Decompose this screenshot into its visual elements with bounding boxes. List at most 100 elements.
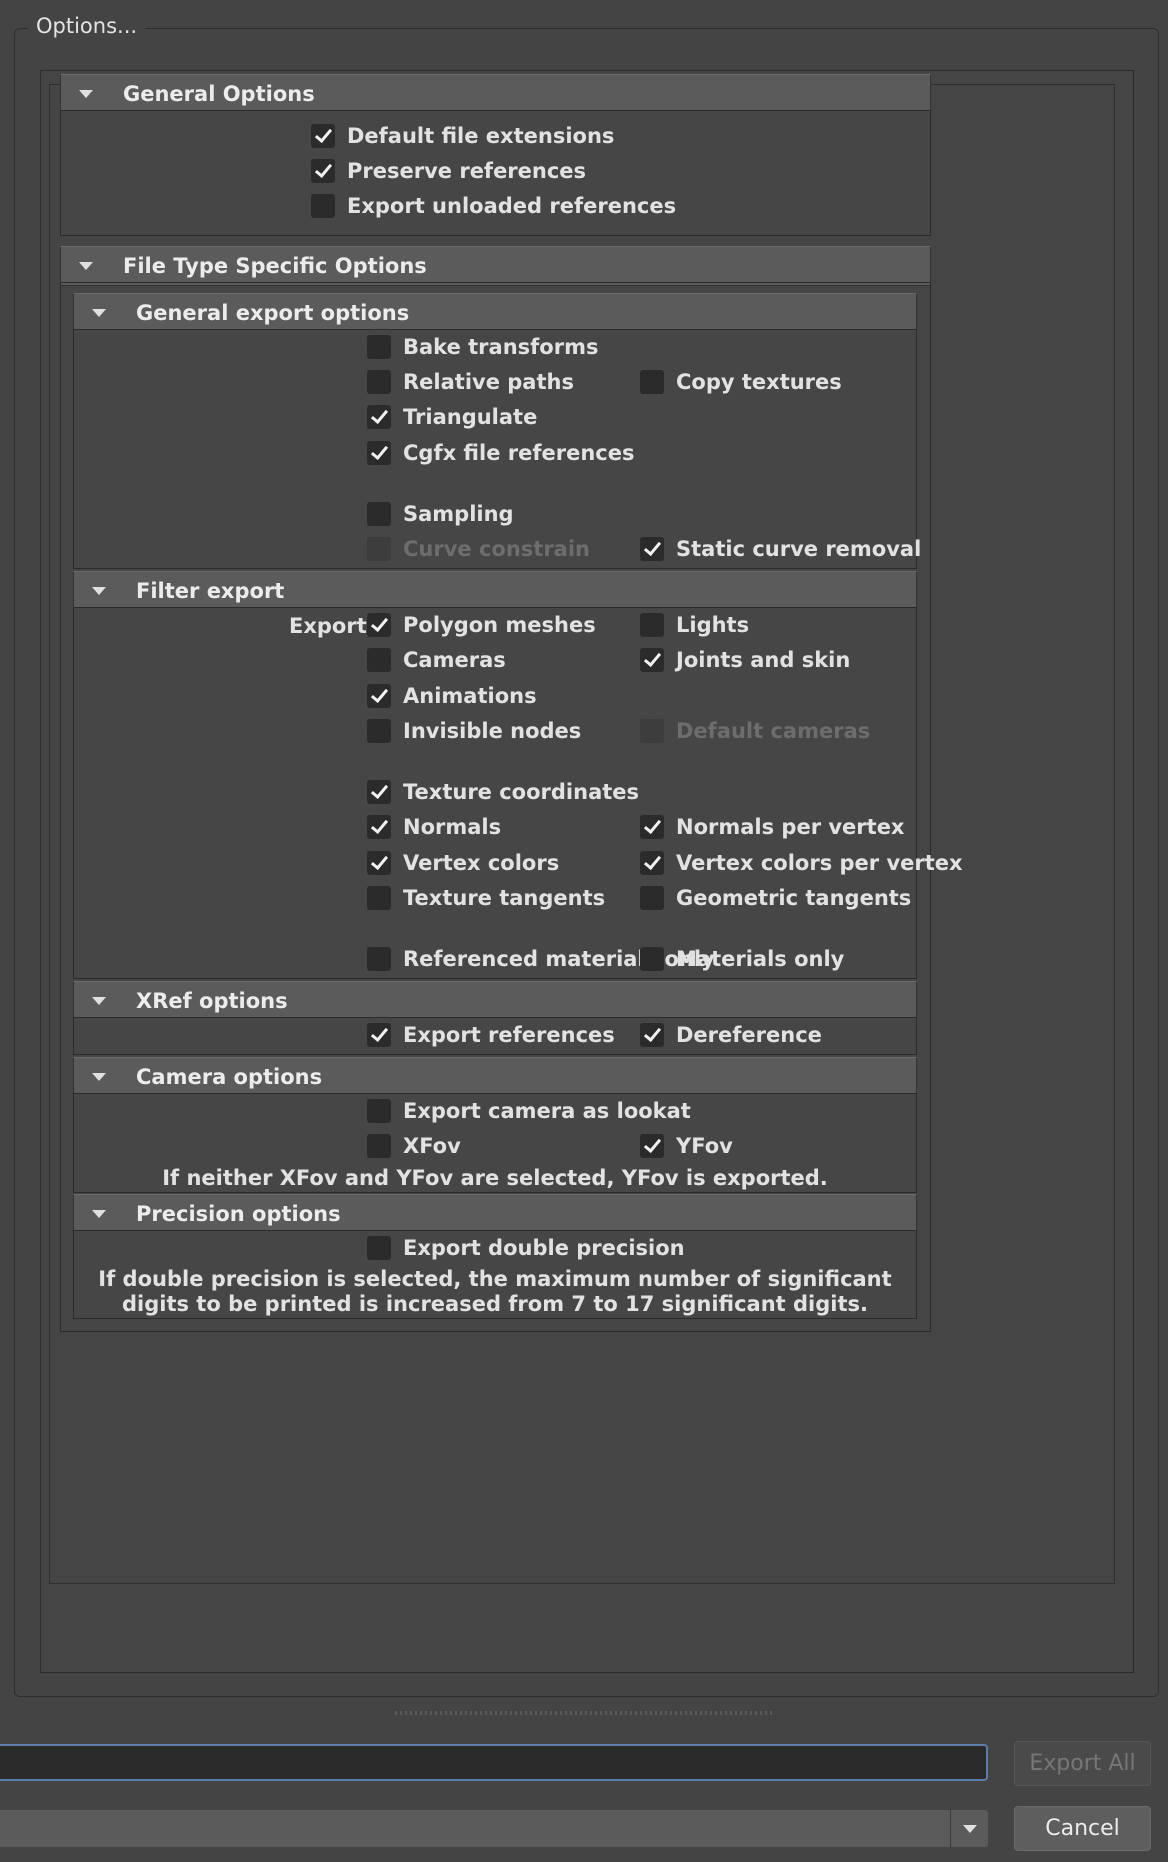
file-type-specific-header[interactable]: File Type Specific Options <box>60 246 931 286</box>
checkbox-box[interactable] <box>640 851 664 875</box>
lights-checkbox[interactable]: Lights <box>640 613 749 637</box>
checkbox-box[interactable] <box>640 947 664 971</box>
bake-transforms-checkbox[interactable]: Bake transforms <box>367 335 598 359</box>
yfov-checkbox[interactable]: YFov <box>640 1134 733 1158</box>
xfov-checkbox[interactable]: XFov <box>367 1134 461 1158</box>
checkbox-label: Invisible nodes <box>403 719 582 743</box>
animations-checkbox[interactable]: Animations <box>367 684 537 708</box>
checkbox-label: Relative paths <box>403 370 574 394</box>
invisible-nodes-checkbox[interactable]: Invisible nodes <box>367 719 581 743</box>
checkbox-box[interactable] <box>311 159 335 183</box>
checkbox-box[interactable] <box>367 1023 391 1047</box>
checkbox-label: Vertex colors <box>403 851 560 875</box>
checkbox-box[interactable] <box>640 1134 664 1158</box>
precision-note-line2: digits to be printed is increased from 7… <box>122 1292 868 1316</box>
texture-coordinates-checkbox[interactable]: Texture coordinates <box>367 780 639 804</box>
normals-checkbox[interactable]: Normals <box>367 815 501 839</box>
checkbox-box[interactable] <box>367 648 391 672</box>
file-type-select-arrow[interactable] <box>950 1810 989 1847</box>
section-title: Filter export <box>136 579 285 603</box>
vertex-colors-checkbox[interactable]: Vertex colors <box>367 851 559 875</box>
collapse-triangle-icon <box>92 997 106 1005</box>
copy-textures-checkbox[interactable]: Copy textures <box>640 370 842 394</box>
checkbox-box[interactable] <box>367 684 391 708</box>
camera-options-header[interactable]: Camera options <box>73 1057 917 1097</box>
filter-export-header[interactable]: Filter export <box>73 571 917 611</box>
checkbox-label: Export unloaded references <box>347 194 677 218</box>
dereference-checkbox[interactable]: Dereference <box>640 1023 822 1047</box>
polygon-meshes-checkbox[interactable]: Polygon meshes <box>367 613 596 637</box>
collapse-triangle-icon <box>92 309 106 317</box>
checkbox-box[interactable] <box>367 441 391 465</box>
checkbox-box[interactable] <box>367 1236 391 1260</box>
checkbox-box[interactable] <box>640 537 664 561</box>
general-options-header[interactable]: General Options <box>60 74 931 114</box>
checkbox-box[interactable] <box>640 370 664 394</box>
checkbox-box[interactable] <box>367 815 391 839</box>
checkbox-box[interactable] <box>311 194 335 218</box>
checkbox-label: Cgfx file references <box>403 441 635 465</box>
checkbox-box[interactable] <box>640 613 664 637</box>
xref-options-header[interactable]: XRef options <box>73 981 917 1021</box>
file-type-select[interactable] <box>0 1810 988 1847</box>
triangulate-checkbox[interactable]: Triangulate <box>367 405 537 429</box>
checkbox-box[interactable] <box>367 502 391 526</box>
cgfx-file-references-checkbox[interactable]: Cgfx file references <box>367 441 634 465</box>
checkbox-label: Preserve references <box>347 159 587 183</box>
cancel-button[interactable]: Cancel <box>1014 1806 1151 1851</box>
precision-note-line1: If double precision is selected, the max… <box>98 1267 892 1291</box>
export-references-checkbox[interactable]: Export references <box>367 1023 615 1047</box>
checkbox-box[interactable] <box>367 370 391 394</box>
cameras-checkbox[interactable]: Cameras <box>367 648 506 672</box>
splitter-handle[interactable] <box>395 1711 775 1715</box>
checkbox-box[interactable] <box>367 947 391 971</box>
default-file-extensions-checkbox[interactable]: Default file extensions <box>311 124 614 148</box>
checkbox-label: Cameras <box>403 648 506 672</box>
section-title: General Options <box>123 82 315 106</box>
export-label: Export: <box>289 614 376 638</box>
preserve-references-checkbox[interactable]: Preserve references <box>311 159 586 183</box>
checkbox-label: Materials only <box>676 947 845 971</box>
checkbox-box[interactable] <box>640 648 664 672</box>
collapse-triangle-icon <box>79 262 93 270</box>
geometric-tangents-checkbox[interactable]: Geometric tangents <box>640 886 911 910</box>
checkbox-label: Vertex colors per vertex <box>676 851 963 875</box>
checkbox-label: XFov <box>403 1134 461 1158</box>
materials-only-checkbox[interactable]: Materials only <box>640 947 844 971</box>
checkbox-box[interactable] <box>367 335 391 359</box>
normals-per-vertex-checkbox[interactable]: Normals per vertex <box>640 815 904 839</box>
checkbox-box[interactable] <box>367 1099 391 1123</box>
checkbox-box[interactable] <box>367 851 391 875</box>
export-camera-as-lookat-checkbox[interactable]: Export camera as lookat <box>367 1099 691 1123</box>
export-unloaded-references-checkbox[interactable]: Export unloaded references <box>311 194 676 218</box>
texture-tangents-checkbox[interactable]: Texture tangents <box>367 886 605 910</box>
checkbox-box[interactable] <box>640 886 664 910</box>
static-curve-removal-checkbox[interactable]: Static curve removal <box>640 537 921 561</box>
checkbox-box[interactable] <box>367 780 391 804</box>
checkbox-box[interactable] <box>367 719 391 743</box>
checkbox-box[interactable] <box>640 815 664 839</box>
curve-constrain-checkbox: Curve constrain <box>367 537 590 561</box>
general-export-header[interactable]: General export options <box>73 293 917 333</box>
joints-and-skin-checkbox[interactable]: Joints and skin <box>640 648 850 672</box>
checkbox-box[interactable] <box>367 886 391 910</box>
collapse-triangle-icon <box>92 1210 106 1218</box>
checkbox-box[interactable] <box>640 1023 664 1047</box>
export-all-button[interactable]: Export All <box>1014 1741 1151 1786</box>
checkbox-box[interactable] <box>367 405 391 429</box>
vertex-colors-per-vertex-checkbox[interactable]: Vertex colors per vertex <box>640 851 963 875</box>
checkbox-label: Animations <box>403 684 537 708</box>
precision-options-header[interactable]: Precision options <box>73 1194 917 1234</box>
checkbox-box[interactable] <box>367 1134 391 1158</box>
checkbox-box[interactable] <box>367 613 391 637</box>
checkbox-box[interactable] <box>311 124 335 148</box>
filename-input[interactable] <box>0 1744 988 1781</box>
checkbox-label: Export references <box>403 1023 615 1047</box>
section-title: Precision options <box>136 1202 341 1226</box>
export-double-precision-checkbox[interactable]: Export double precision <box>367 1236 685 1260</box>
checkbox-label: Sampling <box>403 502 514 526</box>
section-title: XRef options <box>136 989 288 1013</box>
relative-paths-checkbox[interactable]: Relative paths <box>367 370 574 394</box>
sampling-checkbox[interactable]: Sampling <box>367 502 514 526</box>
checkbox-label: Texture tangents <box>403 886 606 910</box>
